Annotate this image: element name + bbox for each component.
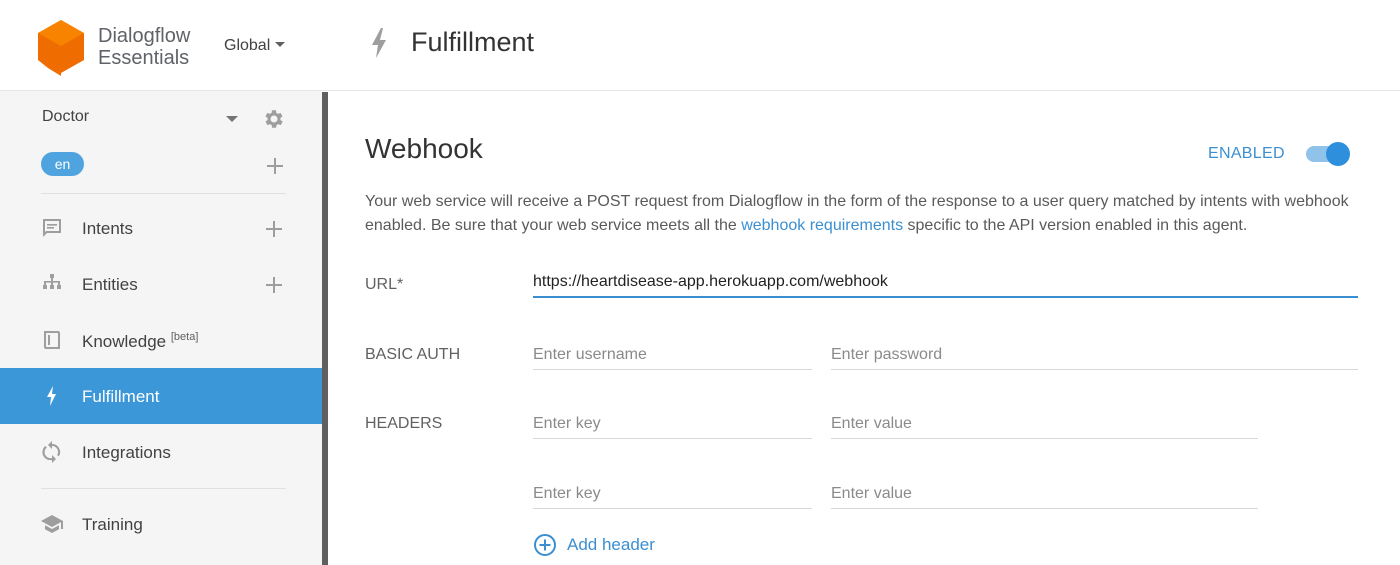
brand-line-2: Essentials [98,47,190,69]
sidebar-divider [41,488,286,489]
add-header-label: Add header [567,535,655,554]
agent-name[interactable]: Doctor [42,108,89,126]
description-text-end: specific to the API version enabled in t… [903,217,1248,234]
sidebar-item-label: Fulfillment [82,387,160,406]
sidebar-divider [41,193,286,194]
sidebar-item-label: Knowledge [beta] [82,331,198,352]
sidebar-item-intents[interactable]: Intents [0,200,322,256]
brand-name: Dialogflow Essentials [98,25,190,69]
region-selector[interactable]: Global [224,37,286,55]
webhook-description: Your web service will receive a POST req… [365,190,1365,238]
sidebar-item-fulfillment[interactable]: Fulfillment [0,368,322,424]
bolt-icon [47,386,56,406]
header-value-field[interactable] [831,409,1258,439]
sidebar-item-label: Integrations [82,443,171,462]
main-content: Webhook ENABLED Your web service will re… [328,92,1400,565]
dialogflow-logo-icon [38,20,84,76]
url-field[interactable] [533,268,1358,298]
toggle-knob [1326,142,1350,166]
region-caret-icon [275,42,286,47]
chat-bubble-icon [43,219,61,237]
sidebar-item-label: Training [82,515,143,534]
page-title: Fulfillment [411,27,535,57]
username-field[interactable] [533,340,812,370]
hierarchy-icon [43,274,61,289]
webhook-status-label: ENABLED [1208,145,1285,162]
webhook-requirements-link[interactable]: webhook requirements [741,217,903,234]
gear-icon[interactable] [262,107,286,131]
knowledge-label: Knowledge [82,332,167,351]
sidebar-item-entities[interactable]: Entities [0,256,322,312]
sidebar-item-label: Entities [82,275,138,294]
sidebar-item-label: Intents [82,219,134,238]
app: Dialogflow Essentials Global Doctor en I… [0,0,1400,565]
sidebar: Dialogflow Essentials Global Doctor en I… [0,0,328,565]
header-value-field[interactable] [831,479,1258,509]
beta-badge: [beta] [170,331,199,343]
sidebar-item-training[interactable]: Training [0,496,322,552]
add-language-icon[interactable] [265,156,285,176]
webhook-title: Webhook [365,133,483,164]
add-entity-icon[interactable] [264,275,284,295]
webhook-enabled-toggle[interactable] [1306,142,1350,166]
add-circle-icon [534,534,556,556]
book-icon [44,331,60,349]
region-label: Global [224,37,271,54]
password-field[interactable] [831,340,1358,370]
sync-icon [42,441,61,463]
add-intent-icon[interactable] [264,219,284,239]
graduation-cap-icon [41,515,63,533]
url-label: URL* [365,276,404,293]
sidebar-item-integrations[interactable]: Integrations [0,424,322,480]
agent-dropdown-icon[interactable] [226,116,238,122]
page-header: Fulfillment [328,0,1400,91]
header-key-field[interactable] [533,409,812,439]
brand-area: Dialogflow Essentials Global [0,0,328,91]
basic-auth-label: BASIC AUTH [365,346,461,363]
bolt-icon [372,28,386,58]
header-key-field[interactable] [533,479,812,509]
language-chip[interactable]: en [41,152,84,176]
brand-line-1: Dialogflow [98,25,191,47]
sidebar-item-knowledge[interactable]: Knowledge [beta] [0,312,322,368]
headers-label: HEADERS [365,415,443,432]
